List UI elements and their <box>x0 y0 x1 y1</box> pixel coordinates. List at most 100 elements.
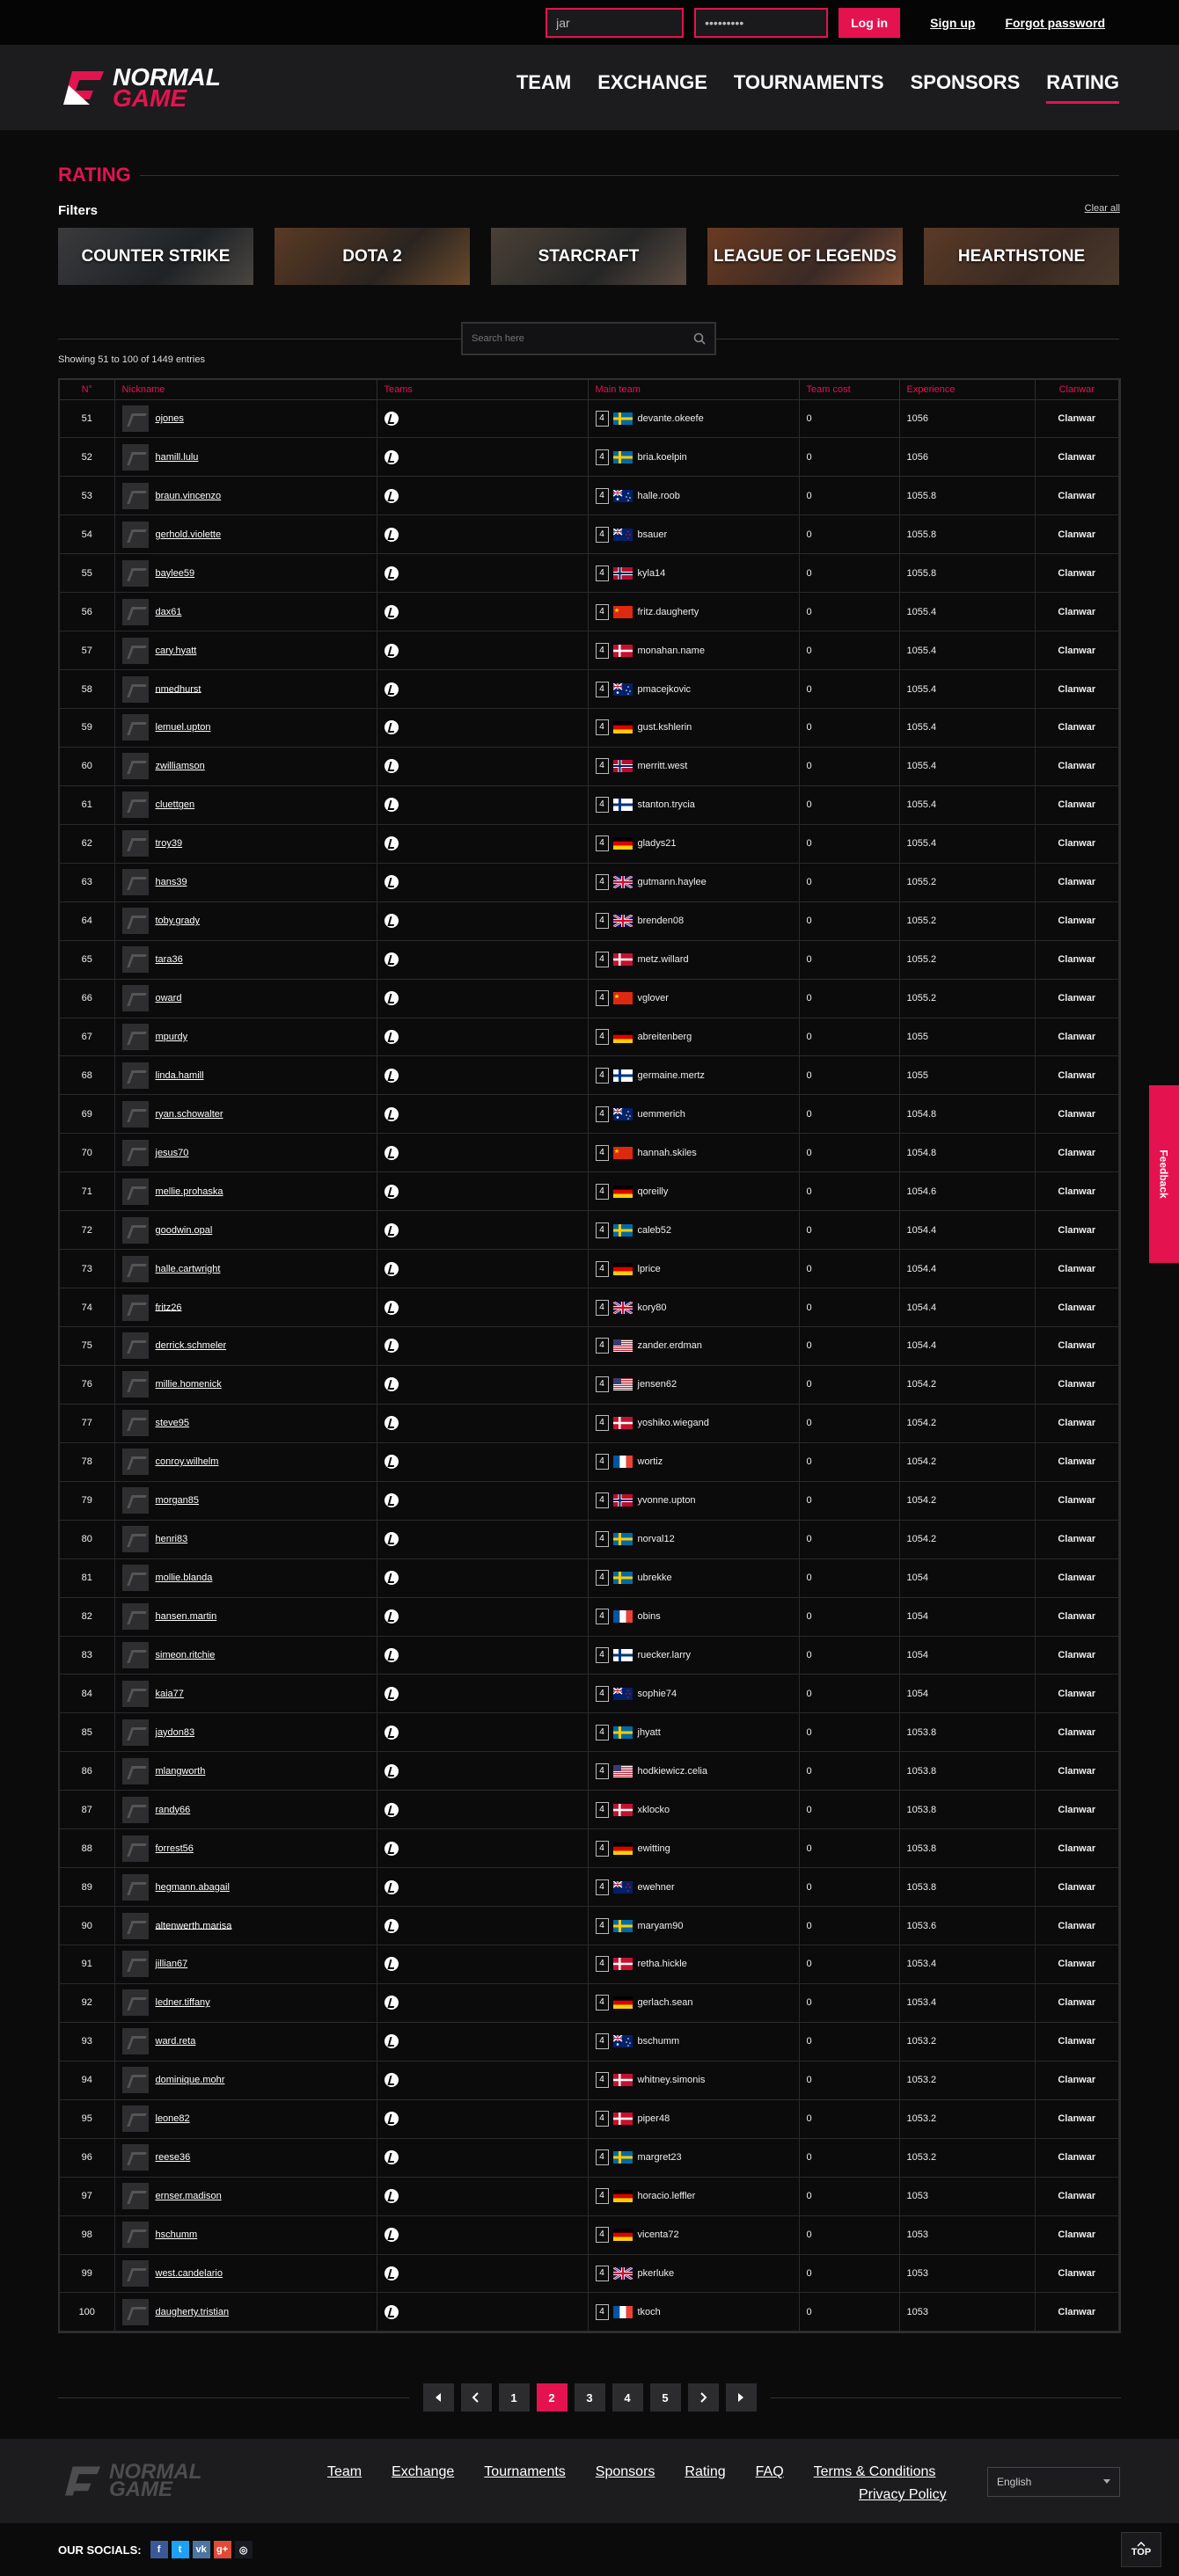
main-team-name[interactable]: jhyatt <box>638 1727 661 1738</box>
clanwar-button[interactable]: Clanwar <box>1035 1636 1119 1675</box>
footer-link-privacy[interactable]: Privacy Policy <box>859 2487 947 2503</box>
avatar[interactable] <box>121 598 149 625</box>
main-team-name[interactable]: vicenta72 <box>638 2229 679 2240</box>
avatar[interactable] <box>121 792 149 819</box>
avatar[interactable] <box>121 1603 149 1631</box>
clanwar-button[interactable]: Clanwar <box>1035 1674 1119 1714</box>
footer-link-exchange[interactable]: Exchange <box>392 2464 454 2480</box>
main-team-name[interactable]: pkerluke <box>638 2268 675 2279</box>
player-nickname-link[interactable]: lemuel.upton <box>156 722 211 733</box>
filter-hearthstone[interactable]: HEARTHSTONE <box>924 228 1119 285</box>
player-nickname-link[interactable]: conroy.wilhelm <box>156 1456 219 1467</box>
team-logo-icon[interactable] <box>384 720 399 735</box>
team-logo-icon[interactable] <box>384 1802 399 1817</box>
column-header[interactable]: Clanwar <box>1035 380 1119 400</box>
main-team-name[interactable]: wortiz <box>638 1456 663 1467</box>
main-team-name[interactable]: sophie74 <box>638 1689 677 1699</box>
main-team-name[interactable]: vglover <box>638 993 669 1003</box>
main-team-name[interactable]: hannah.skiles <box>638 1148 697 1158</box>
main-team-name[interactable]: piper48 <box>638 2113 670 2124</box>
player-nickname-link[interactable]: daugherty.tristian <box>156 2307 230 2317</box>
nav-item-sponsors[interactable]: SPONSORS <box>911 71 1021 104</box>
prev-page-button[interactable] <box>460 2383 492 2412</box>
feedback-tab[interactable]: Feedback <box>1149 1085 1179 1263</box>
clanwar-button[interactable]: Clanwar <box>1035 1055 1119 1096</box>
team-logo-icon[interactable] <box>384 2150 399 2165</box>
avatar[interactable] <box>121 830 149 857</box>
player-nickname-link[interactable]: ernser.madison <box>156 2191 222 2201</box>
avatar[interactable] <box>121 1641 149 1668</box>
clanwar-button[interactable]: Clanwar <box>1035 2138 1119 2178</box>
player-nickname-link[interactable]: troy39 <box>156 838 183 849</box>
team-logo-icon[interactable] <box>384 1145 399 1160</box>
avatar[interactable] <box>121 521 149 548</box>
avatar[interactable] <box>121 2105 149 2133</box>
clanwar-button[interactable]: Clanwar <box>1035 1094 1119 1135</box>
clanwar-button[interactable]: Clanwar <box>1035 1790 1119 1830</box>
search-input[interactable] <box>472 333 665 344</box>
filter-dota-2[interactable]: DOTA 2 <box>275 228 470 285</box>
main-team-name[interactable]: uemmerich <box>638 1109 685 1120</box>
player-nickname-link[interactable]: derrick.schmeler <box>156 1340 227 1351</box>
clanwar-button[interactable]: Clanwar <box>1035 2061 1119 2100</box>
clanwar-button[interactable]: Clanwar <box>1035 1597 1119 1637</box>
avatar[interactable] <box>121 1294 149 1321</box>
main-team-name[interactable]: stanton.trycia <box>638 799 695 810</box>
footer-link-terms-conditions[interactable]: Terms & Conditions <box>814 2464 936 2480</box>
avatar[interactable] <box>121 908 149 935</box>
main-team-name[interactable]: kyla14 <box>638 568 666 579</box>
main-team-name[interactable]: whitney.simonis <box>638 2075 706 2085</box>
team-logo-icon[interactable] <box>384 2034 399 2049</box>
avatar[interactable] <box>121 443 149 471</box>
player-nickname-link[interactable]: hans39 <box>156 877 187 887</box>
player-nickname-link[interactable]: reese36 <box>156 2152 191 2163</box>
footer-link-sponsors[interactable]: Sponsors <box>596 2464 655 2480</box>
clanwar-button[interactable]: Clanwar <box>1035 785 1119 825</box>
clanwar-button[interactable]: Clanwar <box>1035 1404 1119 1443</box>
main-team-name[interactable]: gust.kshlerin <box>638 722 692 733</box>
team-logo-icon[interactable] <box>384 411 399 426</box>
avatar[interactable] <box>121 2028 149 2055</box>
clanwar-button[interactable]: Clanwar <box>1035 553 1119 594</box>
main-team-name[interactable]: ewitting <box>638 1843 670 1854</box>
next-page-button[interactable] <box>687 2383 719 2412</box>
footer-link-team[interactable]: Team <box>327 2464 362 2480</box>
filter-starcraft[interactable]: STARCRAFT <box>491 228 686 285</box>
main-team-name[interactable]: ruecker.larry <box>638 1650 692 1660</box>
team-logo-icon[interactable] <box>384 1416 399 1431</box>
back-to-top-button[interactable]: TOP <box>1121 2532 1161 2567</box>
clanwar-button[interactable]: Clanwar <box>1035 1326 1119 1366</box>
team-logo-icon[interactable] <box>384 1300 399 1315</box>
clanwar-button[interactable]: Clanwar <box>1035 2254 1119 2294</box>
clanwar-button[interactable]: Clanwar <box>1035 863 1119 902</box>
clanwar-button[interactable]: Clanwar <box>1035 1828 1119 1869</box>
clanwar-button[interactable]: Clanwar <box>1035 2215 1119 2255</box>
clanwar-button[interactable]: Clanwar <box>1035 1558 1119 1598</box>
main-team-name[interactable]: yvonne.upton <box>638 1495 696 1506</box>
player-nickname-link[interactable]: mpurdy <box>156 1032 188 1042</box>
clanwar-button[interactable]: Clanwar <box>1035 979 1119 1018</box>
clanwar-button[interactable]: Clanwar <box>1035 1481 1119 1521</box>
clanwar-button[interactable]: Clanwar <box>1035 1867 1119 1908</box>
team-logo-icon[interactable] <box>384 643 399 658</box>
page-button-4[interactable]: 4 <box>611 2383 643 2412</box>
team-logo-icon[interactable] <box>384 2112 399 2127</box>
nav-item-rating[interactable]: RATING <box>1046 71 1119 104</box>
team-logo-icon[interactable] <box>384 1879 399 1894</box>
avatar[interactable] <box>121 1449 149 1476</box>
avatar[interactable] <box>121 559 149 587</box>
google-plus-icon[interactable]: g+ <box>213 2541 231 2558</box>
main-team-name[interactable]: bschumm <box>638 2036 680 2047</box>
player-nickname-link[interactable]: ryan.schowalter <box>156 1109 223 1120</box>
player-nickname-link[interactable]: forrest56 <box>156 1843 194 1854</box>
main-team-name[interactable]: norval12 <box>638 1534 675 1544</box>
clanwar-button[interactable]: Clanwar <box>1035 1983 1119 2023</box>
player-nickname-link[interactable]: dominique.mohr <box>156 2075 225 2085</box>
avatar[interactable] <box>121 2067 149 2094</box>
avatar[interactable] <box>121 2183 149 2210</box>
clanwar-button[interactable]: Clanwar <box>1035 437 1119 478</box>
avatar[interactable] <box>121 1796 149 1823</box>
main-team-name[interactable]: brenden08 <box>638 916 685 926</box>
main-team-name[interactable]: caleb52 <box>638 1225 672 1236</box>
main-team-name[interactable]: metz.willard <box>638 954 689 965</box>
